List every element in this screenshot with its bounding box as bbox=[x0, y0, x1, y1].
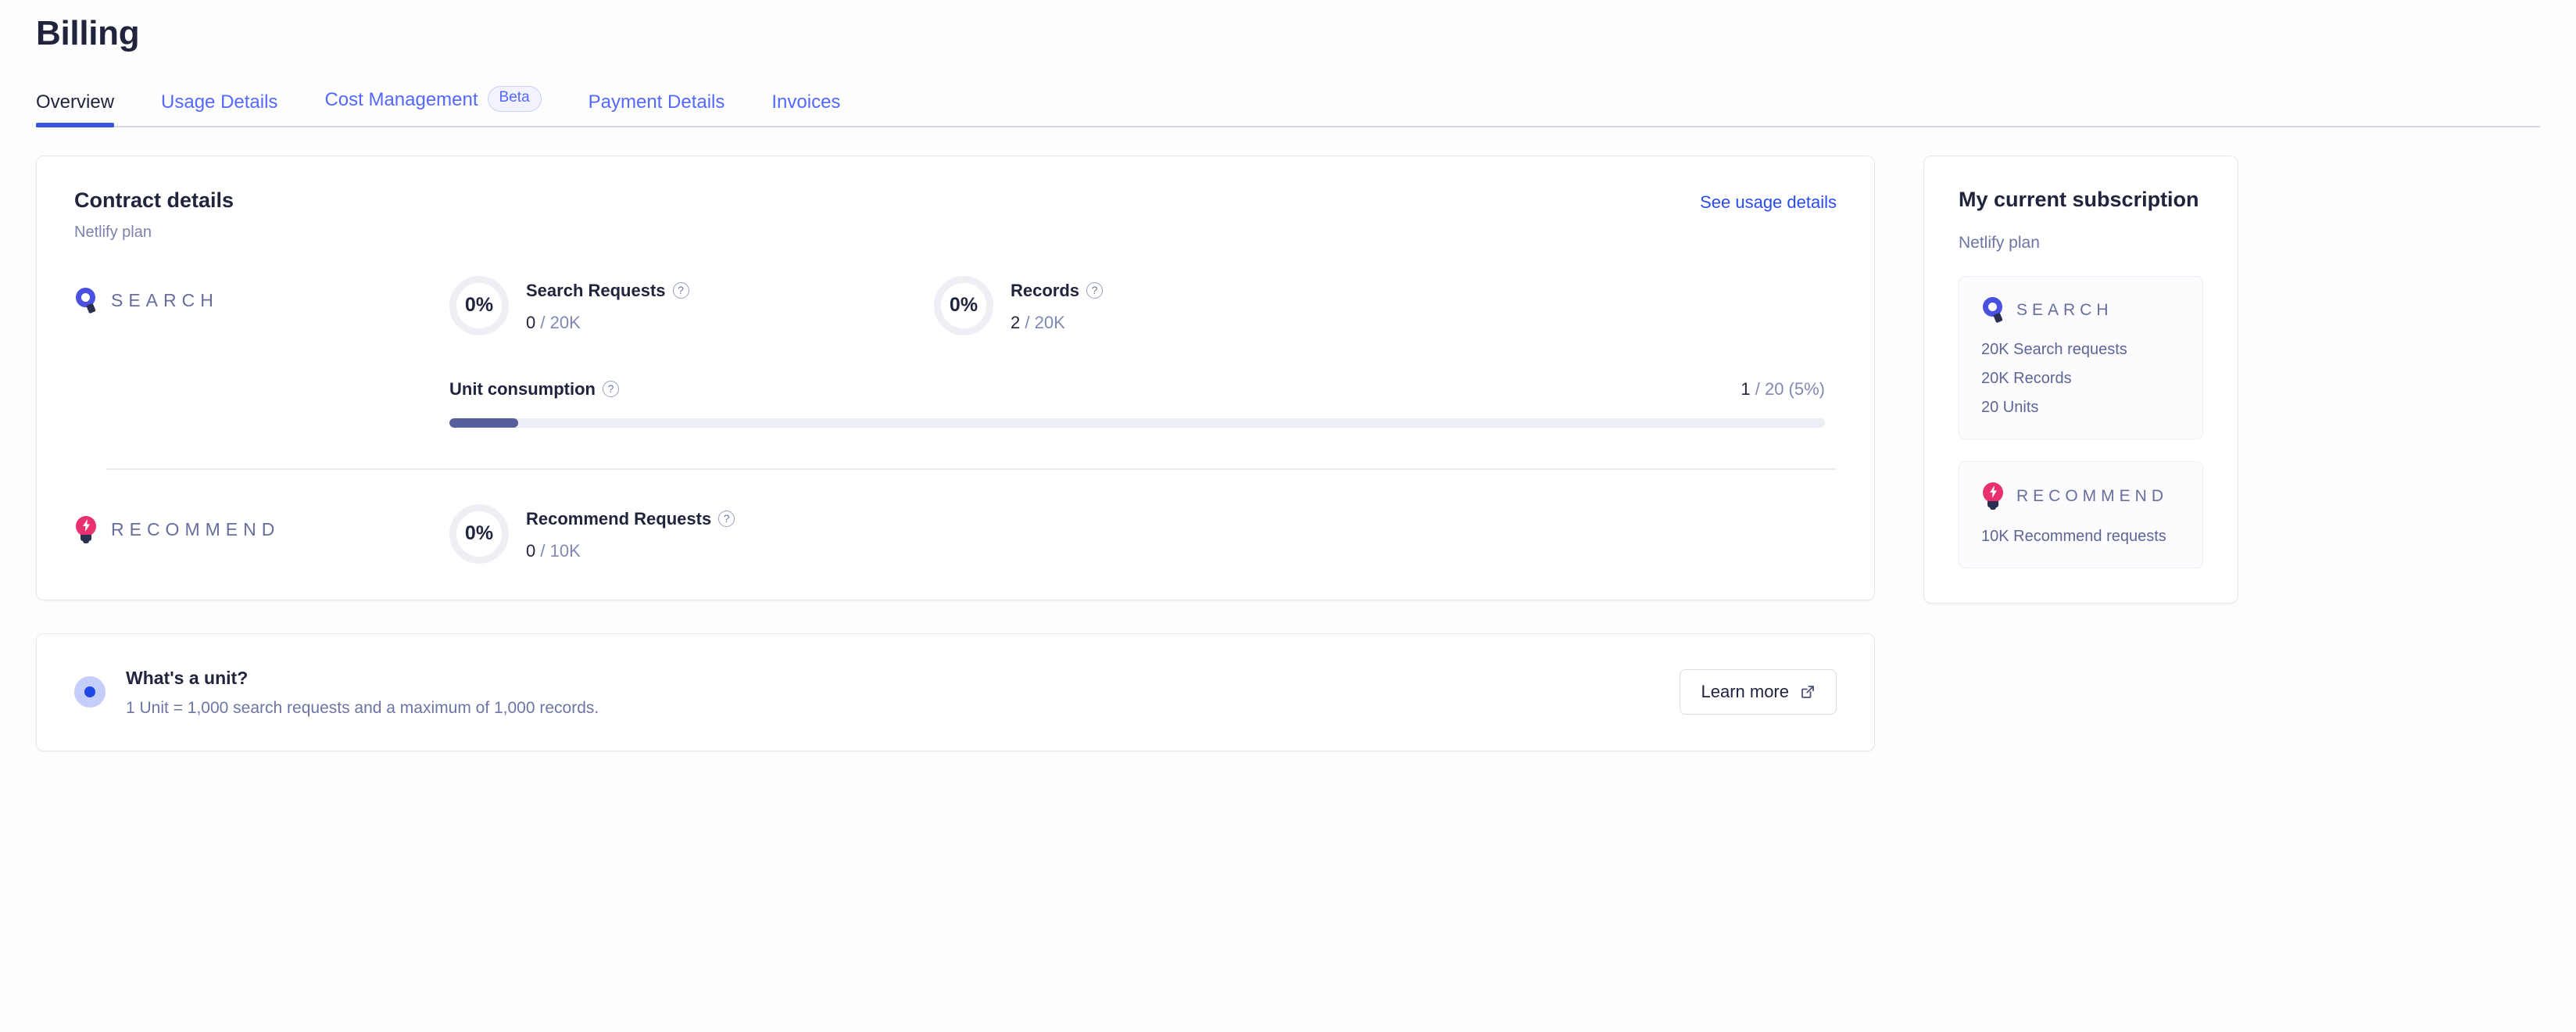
content-area: Contract details Netlify plan See usage … bbox=[0, 127, 2576, 751]
recommend-requests-limit: / 10K bbox=[540, 541, 581, 561]
tab-payment-details-label: Payment Details bbox=[588, 91, 725, 113]
subscription-search-feature: 20K Search requests bbox=[1981, 340, 2127, 358]
subscription-recommend-feature: 10K Recommend requests bbox=[1981, 527, 2166, 545]
recommend-metrics: 0% Recommend Requests ? 0 / 10K bbox=[449, 503, 934, 564]
subscription-search-feature: 20K Records bbox=[1981, 369, 2072, 387]
search-requests-value: 0 / 20K bbox=[526, 313, 689, 333]
contract-title-group: Contract details Netlify plan bbox=[74, 188, 234, 242]
algolia-search-icon bbox=[1981, 296, 2005, 324]
external-link-icon bbox=[1800, 684, 1816, 700]
recommend-requests-donut: 0% bbox=[449, 503, 509, 564]
tab-cost-management[interactable]: Cost Management Beta bbox=[301, 85, 564, 127]
tab-cost-management-label: Cost Management bbox=[324, 89, 478, 111]
question-circle-icon[interactable]: ? bbox=[1086, 282, 1104, 299]
contract-plan-name: Netlify plan bbox=[74, 223, 152, 241]
records-donut: 0% bbox=[934, 275, 993, 335]
product-row-search: SEARCH 0% Search Requests ? 0 / 20K 0% R… bbox=[74, 275, 1837, 335]
recommend-product-label: RECOMMEND bbox=[74, 504, 449, 544]
unit-consumption-header: Unit consumption ? 1 / 20 (5%) bbox=[449, 379, 1825, 400]
subscription-search-feature: 20 Units bbox=[1981, 398, 2039, 416]
current-subscription-card: My current subscription Netlify plan SEA… bbox=[1923, 155, 2238, 604]
unit-consumption-progress-fill bbox=[449, 417, 518, 428]
tab-usage-details-label: Usage Details bbox=[161, 91, 278, 113]
tab-invoices-label: Invoices bbox=[771, 91, 841, 113]
contract-details-card: Contract details Netlify plan See usage … bbox=[36, 155, 1875, 600]
see-usage-details-link[interactable]: See usage details bbox=[1700, 188, 1837, 213]
tab-bar: Overview Usage Details Cost Management B… bbox=[0, 82, 2576, 127]
metric-records: 0% Records ? 2 / 20K bbox=[934, 275, 1419, 335]
search-requests-limit: / 20K bbox=[540, 313, 581, 333]
whats-a-unit-heading: What's a unit? bbox=[126, 667, 249, 688]
subscription-block-recommend: RECOMMEND 10K Recommend requests bbox=[1959, 460, 2203, 568]
search-product-name: SEARCH bbox=[111, 290, 219, 311]
recommend-bulb-icon bbox=[1981, 482, 2005, 511]
unit-consumption-value: 1 / 20 (5%) bbox=[1741, 379, 1825, 400]
question-circle-icon[interactable]: ? bbox=[672, 282, 689, 299]
search-product-label: SEARCH bbox=[74, 276, 449, 314]
recommend-requests-percent: 0% bbox=[464, 522, 494, 545]
unit-consumption-title-row: Unit consumption ? bbox=[449, 379, 619, 400]
records-text: Records ? 2 / 20K bbox=[1011, 278, 1104, 334]
contract-title: Contract details bbox=[74, 188, 234, 212]
search-requests-label: Search Requests bbox=[526, 280, 666, 300]
contract-header: Contract details Netlify plan See usage … bbox=[74, 188, 1837, 242]
page-title: Billing bbox=[36, 14, 140, 52]
whats-a-unit-card: What's a unit? 1 Unit = 1,000 search req… bbox=[36, 632, 1875, 751]
unit-consumption-label: Unit consumption bbox=[449, 378, 596, 399]
section-divider bbox=[106, 468, 1837, 470]
records-name-row: Records ? bbox=[1011, 280, 1104, 303]
metric-recommend-requests: 0% Recommend Requests ? 0 / 10K bbox=[449, 503, 934, 564]
algolia-search-icon bbox=[74, 287, 98, 314]
records-limit: / 20K bbox=[1025, 313, 1065, 333]
search-requests-donut: 0% bbox=[449, 275, 509, 335]
unit-consumption-block: Unit consumption ? 1 / 20 (5%) bbox=[449, 379, 1825, 428]
records-value: 2 / 20K bbox=[1011, 313, 1103, 333]
subscription-title: My current subscription bbox=[1959, 187, 2199, 211]
product-row-recommend: RECOMMEND 0% Recommend Requests ? 0 / 10… bbox=[74, 503, 1837, 564]
recommend-requests-label: Recommend Requests bbox=[526, 508, 712, 529]
whats-a-unit-description: 1 Unit = 1,000 search requests and a max… bbox=[126, 698, 599, 717]
tab-usage-details[interactable]: Usage Details bbox=[138, 91, 301, 127]
sidebar-column: My current subscription Netlify plan SEA… bbox=[1923, 155, 2238, 604]
recommend-requests-text: Recommend Requests ? 0 / 10K bbox=[526, 507, 735, 562]
records-used: 2 bbox=[1011, 313, 1021, 333]
subscription-block-search: SEARCH 20K Search requests 20K Records 2… bbox=[1959, 275, 2203, 439]
subscription-recommend-name: RECOMMEND bbox=[2016, 486, 2168, 505]
subscription-search-name: SEARCH bbox=[2016, 300, 2113, 319]
whats-a-unit-info: What's a unit? 1 Unit = 1,000 search req… bbox=[74, 667, 599, 718]
recommend-requests-value: 0 / 10K bbox=[526, 541, 735, 561]
question-circle-icon[interactable]: ? bbox=[718, 511, 735, 528]
search-metrics: 0% Search Requests ? 0 / 20K 0% Records … bbox=[449, 275, 1419, 335]
unit-consumption-detail: / 20 (5%) bbox=[1755, 378, 1825, 399]
search-requests-name-row: Search Requests ? bbox=[526, 280, 689, 303]
tab-invoices[interactable]: Invoices bbox=[748, 91, 864, 127]
records-percent: 0% bbox=[949, 294, 979, 317]
learn-more-label: Learn more bbox=[1701, 682, 1789, 702]
search-requests-percent: 0% bbox=[464, 294, 494, 317]
recommend-requests-name-row: Recommend Requests ? bbox=[526, 508, 735, 531]
subscription-plan-name: Netlify plan bbox=[1959, 233, 2040, 252]
search-requests-text: Search Requests ? 0 / 20K bbox=[526, 278, 689, 334]
whats-a-unit-text: What's a unit? 1 Unit = 1,000 search req… bbox=[126, 667, 599, 718]
metric-search-requests: 0% Search Requests ? 0 / 20K bbox=[449, 275, 934, 335]
records-label: Records bbox=[1011, 280, 1080, 300]
beta-badge: Beta bbox=[487, 85, 542, 112]
tab-overview[interactable]: Overview bbox=[36, 91, 138, 127]
question-circle-icon[interactable]: ? bbox=[602, 381, 619, 398]
subscription-recommend-header: RECOMMEND bbox=[1981, 482, 2181, 511]
info-dot-icon bbox=[74, 676, 106, 708]
recommend-bulb-icon bbox=[74, 515, 98, 544]
subscription-search-header: SEARCH bbox=[1981, 296, 2181, 324]
recommend-requests-used: 0 bbox=[526, 541, 536, 561]
unit-consumption-used: 1 bbox=[1741, 378, 1751, 399]
tab-payment-details[interactable]: Payment Details bbox=[565, 91, 749, 127]
main-column: Contract details Netlify plan See usage … bbox=[36, 155, 1875, 751]
tab-overview-label: Overview bbox=[36, 91, 115, 113]
search-requests-used: 0 bbox=[526, 313, 536, 333]
recommend-product-name: RECOMMEND bbox=[111, 519, 281, 540]
learn-more-button[interactable]: Learn more bbox=[1680, 669, 1837, 715]
unit-consumption-progress-track bbox=[449, 417, 1825, 428]
